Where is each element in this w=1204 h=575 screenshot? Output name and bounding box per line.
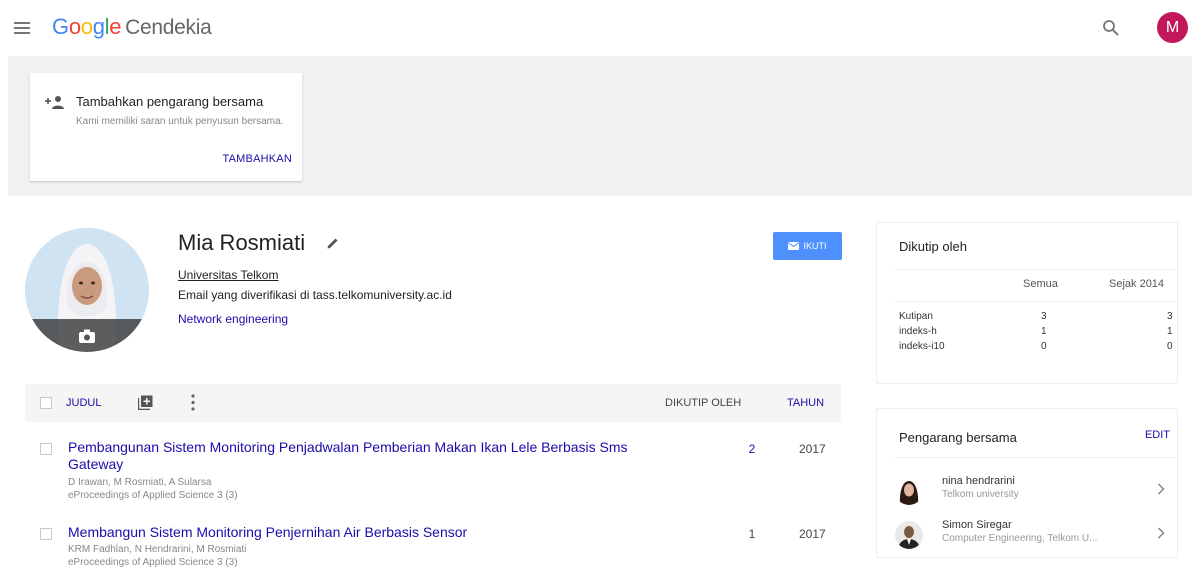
research-interest-link[interactable]: Network engineering xyxy=(178,312,288,326)
google-scholar-logo[interactable]: Google Cendekia xyxy=(52,14,212,40)
metric-label: indeks-i10 xyxy=(899,341,945,352)
article-cited-count[interactable]: 2 xyxy=(742,442,762,456)
coauthor-affiliation: Computer Engineering, Telkom U... xyxy=(942,533,1098,544)
article-title-link[interactable]: Membangun Sistem Monitoring Penjernihan … xyxy=(68,524,658,541)
divider xyxy=(895,457,1175,458)
cited-by-title: Dikutip oleh xyxy=(899,239,967,254)
coauthors-title: Pengarang bersama xyxy=(899,430,1017,445)
sort-by-title[interactable]: JUDUL xyxy=(66,397,101,409)
sort-by-year[interactable]: TAHUN xyxy=(787,397,824,409)
article-year: 2017 xyxy=(799,442,826,456)
article-publication: eProceedings of Applied Science 3 (3) xyxy=(68,557,238,568)
select-all-checkbox[interactable] xyxy=(40,397,52,409)
metric-all: 1 xyxy=(1041,326,1047,337)
coauthor-name: nina hendrarini xyxy=(942,475,1015,487)
more-options-icon[interactable] xyxy=(191,394,195,411)
article-checkbox[interactable] xyxy=(40,528,52,540)
article-row: Pembangunan Sistem Monitoring Penjadwala… xyxy=(25,439,841,509)
suggestion-banner: Tambahkan pengarang bersama Kami memilik… xyxy=(8,56,1192,196)
author-affiliation[interactable]: Universitas Telkom xyxy=(178,268,278,282)
divider xyxy=(895,269,1175,270)
metric-all: 3 xyxy=(1041,311,1047,322)
metric-since: 3 xyxy=(1167,311,1173,322)
coauthor-photo xyxy=(895,477,923,505)
follow-label: IKUTI xyxy=(803,241,827,251)
citation-metric-row: indeks-h 1 1 xyxy=(877,326,1179,341)
mail-icon xyxy=(788,242,800,250)
profile-photo[interactable] xyxy=(25,228,149,352)
coauthors-panel: Pengarang bersama EDIT nina hendrarini T… xyxy=(876,408,1178,558)
article-title-link[interactable]: Pembangunan Sistem Monitoring Penjadwala… xyxy=(68,439,658,473)
article-publication: eProceedings of Applied Science 3 (3) xyxy=(68,490,238,501)
metric-since: 0 xyxy=(1167,341,1173,352)
cited-by-panel: Dikutip oleh Semua Sejak 2014 Kutipan 3 … xyxy=(876,222,1178,384)
citation-metric-row: indeks-i10 0 0 xyxy=(877,341,1179,356)
cited-col-all: Semua xyxy=(1023,278,1058,290)
coauthor-suggestion-card: Tambahkan pengarang bersama Kami memilik… xyxy=(30,73,302,181)
hamburger-menu-icon[interactable] xyxy=(14,22,30,34)
card-description: Kami memiliki saran untuk penyusun bersa… xyxy=(76,116,284,127)
edit-pencil-icon[interactable] xyxy=(326,236,340,250)
merge-icon[interactable] xyxy=(138,395,153,410)
card-title: Tambahkan pengarang bersama xyxy=(76,94,264,109)
add-coauthors-button[interactable]: TAMBAHKAN xyxy=(223,153,292,165)
article-year: 2017 xyxy=(799,527,826,541)
coauthor-affiliation: Telkom university xyxy=(942,489,1019,500)
divider xyxy=(895,301,1175,302)
articles-table-header: JUDUL DIKUTIP OLEH TAHUN xyxy=(25,384,841,422)
add-person-icon xyxy=(45,96,64,109)
metric-all: 0 xyxy=(1041,341,1047,352)
metric-since: 1 xyxy=(1167,326,1173,337)
top-app-bar: Google Cendekia M xyxy=(0,0,1204,56)
product-name: Cendekia xyxy=(125,16,212,39)
camera-icon[interactable] xyxy=(79,329,95,343)
metric-label: Kutipan xyxy=(899,311,933,322)
article-cited-count[interactable]: 1 xyxy=(742,527,762,541)
search-icon[interactable] xyxy=(1102,19,1120,37)
citation-metric-row: Kutipan 3 3 xyxy=(877,311,1179,326)
article-row: Membangun Sistem Monitoring Penjernihan … xyxy=(25,524,841,574)
coauthor-photo xyxy=(895,521,923,549)
cited-col-since: Sejak 2014 xyxy=(1109,278,1165,290)
edit-coauthors-button[interactable]: EDIT xyxy=(1145,429,1170,441)
metric-label: indeks-h xyxy=(899,326,937,337)
chevron-right-icon xyxy=(1157,483,1165,495)
chevron-right-icon xyxy=(1157,527,1165,539)
verified-email: Email yang diverifikasi di tass.telkomun… xyxy=(178,288,452,302)
coauthor-name: Simon Siregar xyxy=(942,519,1012,531)
article-authors: KRM Fadhlan, N Hendrarini, M Rosmiati xyxy=(68,544,247,555)
follow-button[interactable]: IKUTI xyxy=(773,232,842,260)
cited-by-column-header: DIKUTIP OLEH xyxy=(665,397,742,409)
coauthor-item[interactable]: nina hendrarini Telkom university xyxy=(877,473,1179,517)
article-checkbox[interactable] xyxy=(40,443,52,455)
article-authors: D Irawan, M Rosmiati, A Sularsa xyxy=(68,477,212,488)
coauthor-item[interactable]: Simon Siregar Computer Engineering, Telk… xyxy=(877,517,1179,561)
author-name: Mia Rosmiati xyxy=(178,230,306,255)
account-avatar[interactable]: M xyxy=(1157,12,1188,43)
